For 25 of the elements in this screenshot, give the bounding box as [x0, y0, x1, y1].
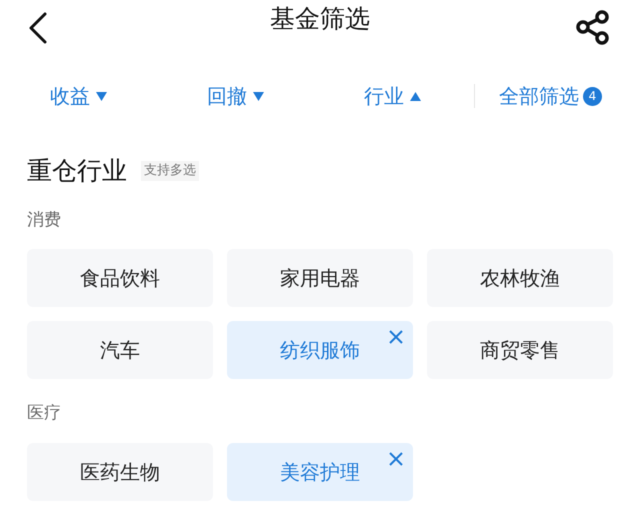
page-title: 基金筛选	[270, 3, 370, 36]
option-chip[interactable]: 食品饮料	[27, 249, 213, 307]
filter-tab[interactable]: 行业	[314, 81, 471, 111]
close-icon[interactable]	[389, 452, 403, 466]
option-chip[interactable]: 农林牧渔	[427, 249, 613, 307]
caret-up-icon	[410, 92, 421, 100]
share-icon[interactable]	[575, 9, 611, 45]
section-title: 重仓行业	[27, 155, 127, 187]
hint-label: 支持多选	[141, 161, 199, 180]
option-chip[interactable]: 医药生物	[27, 442, 213, 500]
option-chip[interactable]: 家用电器	[227, 249, 413, 307]
caret-down-icon	[253, 92, 264, 100]
filter-tab[interactable]: 收益	[0, 81, 157, 111]
option-chip[interactable]: 汽车	[27, 321, 213, 379]
group-title: 消费	[27, 208, 62, 232]
option-chip[interactable]: 纺织服饰	[227, 321, 413, 379]
filter-tab[interactable]: 回撤	[157, 81, 314, 111]
option-chip[interactable]: 美容护理	[227, 442, 413, 500]
group-title: 医疗	[27, 402, 62, 425]
close-icon[interactable]	[389, 330, 403, 344]
count-badge: 4	[583, 86, 602, 106]
caret-down-icon	[96, 92, 107, 100]
all-filters-button[interactable]: 全部筛选	[499, 81, 579, 111]
option-chip[interactable]: 商贸零售	[427, 321, 613, 379]
back-icon[interactable]	[28, 12, 48, 44]
